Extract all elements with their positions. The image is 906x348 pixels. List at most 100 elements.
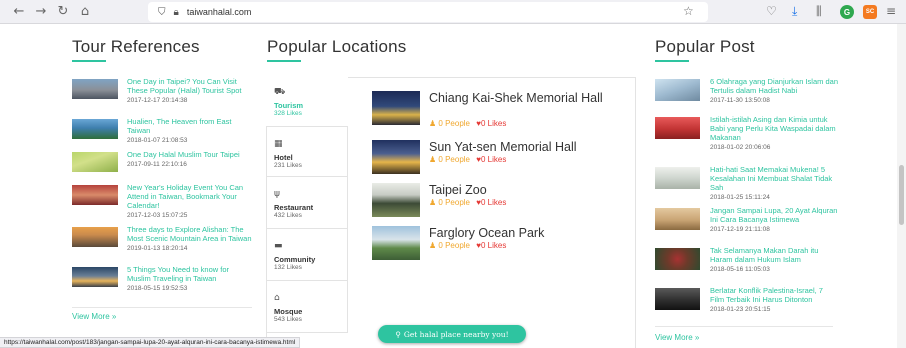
category-hotel[interactable]: ▦ Hotel 231 Likes: [266, 127, 348, 177]
scrollbar-thumb[interactable]: [899, 165, 904, 225]
tour-item-date: 2018-05-15 19:52:53: [127, 285, 188, 292]
tour-item-title[interactable]: Hualien, The Heaven from East Taiwan: [127, 117, 232, 135]
category-likes: 432 Likes: [274, 212, 302, 219]
map-marker-icon: ⚲: [395, 329, 401, 339]
back-arrow-icon[interactable]: ←: [8, 1, 30, 23]
home-icon[interactable]: ⌂: [74, 1, 96, 23]
place-meta: ♟ 0 People ♥0 Likes: [429, 155, 506, 164]
tour-item-date: 2019-01-13 18:20:14: [127, 245, 188, 252]
place-image[interactable]: [372, 183, 420, 217]
post-item-title[interactable]: 6 Olahraga yang Dianjurkan Islam dan Ter…: [710, 77, 838, 95]
menu-icon[interactable]: ≡: [886, 4, 896, 18]
place-name[interactable]: Sun Yat-sen Memorial Hall: [429, 140, 629, 154]
category-name: Hotel: [274, 153, 293, 162]
tour-thumbnail[interactable]: [72, 267, 118, 287]
place-name[interactable]: Farglory Ocean Park: [429, 226, 629, 240]
download-icon[interactable]: ⤓: [792, 4, 797, 19]
pocket-icon[interactable]: ♡: [766, 4, 777, 18]
place-likes: 0 Likes: [480, 241, 507, 250]
post-item-title[interactable]: Berlatar Konflik Palestina-Israel, 7 Fil…: [710, 286, 823, 304]
post-item-date: 2017-11-30 13:50:08: [710, 97, 770, 104]
tour-item-date: 2017-12-03 15:07:25: [127, 212, 188, 219]
post-item-title[interactable]: Jangan Sampai Lupa, 20 Ayat Alquran Ini …: [710, 206, 837, 224]
post-thumbnail[interactable]: [655, 117, 700, 139]
place-name[interactable]: Taipei Zoo: [429, 183, 629, 197]
category-mosque[interactable]: ⌂ Mosque 543 Likes: [266, 281, 348, 333]
category-restaurant[interactable]: ψ Restaurant 432 Likes: [266, 177, 348, 229]
utensils-icon: ψ: [274, 189, 280, 199]
tour-view-more-link[interactable]: View More »: [72, 312, 116, 321]
title-underline: [267, 60, 301, 62]
extension-icon[interactable]: SC: [863, 5, 877, 19]
category-list: ⛟ Tourism 328 Likes ▦ Hotel 231 Likes ψ …: [266, 77, 348, 348]
post-item-date: 2018-01-23 20:51:15: [710, 306, 771, 313]
category-tourism[interactable]: ⛟ Tourism 328 Likes: [266, 77, 348, 127]
post-item-title[interactable]: Hati-hati Saat Memakai Mukena! 5 Kesalah…: [710, 165, 832, 192]
address-bar[interactable]: ⛉ 🔒︎ taiwanhalal.com: [148, 2, 708, 22]
hotel-icon: ▦: [274, 139, 283, 149]
category-likes: 231 Likes: [274, 162, 302, 169]
profile-avatar[interactable]: G: [840, 5, 854, 19]
post-item-date: 2018-01-02 20:06:06: [710, 144, 771, 151]
tour-thumbnail[interactable]: [72, 152, 118, 172]
tour-item-title[interactable]: 5 Things You Need to know for Muslim Tra…: [127, 265, 229, 283]
place-likes: 0 Likes: [480, 119, 507, 128]
category-name: Community: [274, 255, 316, 264]
category-community[interactable]: ▬ Community 132 Likes: [266, 229, 348, 281]
tour-thumbnail[interactable]: [72, 119, 118, 139]
category-name: Tourism: [274, 101, 304, 110]
forward-arrow-icon[interactable]: →: [30, 1, 52, 23]
place-likes: 0 Likes: [480, 155, 507, 164]
posts-view-more-link[interactable]: View More »: [655, 333, 699, 342]
tour-item-date: 2017-09-11 22:10:16: [127, 161, 187, 168]
url-text: taiwanhalal.com: [186, 7, 252, 17]
place-people: 0 People: [438, 119, 470, 128]
place-people: 0 People: [438, 241, 470, 250]
place-people: 0 People: [438, 198, 470, 207]
tour-item-title[interactable]: One Day in Taipei? You Can Visit These P…: [127, 77, 242, 95]
people-icon: ♟: [429, 241, 437, 250]
post-thumbnail[interactable]: [655, 248, 700, 270]
post-thumbnail[interactable]: [655, 208, 700, 230]
browser-toolbar: ← → ↻ ⌂ ⛉ 🔒︎ taiwanhalal.com ☆ ♡ ⤓ ⫼ G S…: [0, 0, 906, 24]
tour-thumbnail[interactable]: [72, 185, 118, 205]
category-likes: 132 Likes: [274, 264, 302, 271]
place-meta: ♟ 0 People ♥0 Likes: [429, 198, 506, 207]
tour-thumbnail[interactable]: [72, 79, 118, 99]
reload-icon[interactable]: ↻: [52, 1, 74, 23]
post-item-date: 2018-05-16 11:05:03: [710, 266, 770, 273]
post-thumbnail[interactable]: [655, 167, 700, 189]
place-name[interactable]: Chiang Kai-Shek Memorial Hall: [429, 91, 629, 105]
tour-thumbnail[interactable]: [72, 227, 118, 247]
place-image[interactable]: [372, 91, 420, 125]
post-item-date: 2017-12-19 21:11:08: [710, 226, 770, 233]
people-icon: ♟: [429, 198, 437, 207]
post-item-date: 2018-01-25 15:11:24: [710, 194, 770, 201]
bookmark-star-icon[interactable]: ☆: [683, 4, 694, 18]
halal-nearby-button[interactable]: ⚲ Get halal place nearby you!: [378, 325, 526, 343]
category-name: Mosque: [274, 307, 303, 316]
tour-item-date: 2017-12-17 20:14:38: [127, 97, 188, 104]
library-icon[interactable]: ⫼: [816, 4, 822, 19]
status-bar-url: https://taiwanhalal.com/post/183/jangan-…: [0, 337, 301, 348]
tour-references-title: Tour References: [72, 37, 200, 56]
post-item-title[interactable]: Tak Selamanya Makan Darah itu Haram dala…: [710, 246, 818, 264]
post-thumbnail[interactable]: [655, 79, 700, 101]
place-meta: ♟ 0 People ♥0 Likes: [429, 119, 506, 128]
car-icon: ⛟: [274, 87, 286, 97]
category-likes: 543 Likes: [274, 316, 302, 323]
lock-icon[interactable]: 🔒︎: [174, 7, 179, 18]
post-thumbnail[interactable]: [655, 288, 700, 310]
halal-button-label: Get halal place nearby you!: [403, 329, 509, 339]
tour-item-title[interactable]: New Year's Holiday Event You Can Attend …: [127, 183, 243, 210]
people-icon: ♟: [429, 155, 437, 164]
tour-item-title[interactable]: Three days to Explore Alishan: The Most …: [127, 225, 252, 243]
place-image[interactable]: [372, 140, 420, 174]
popular-post-title: Popular Post: [655, 37, 755, 56]
tour-item-title[interactable]: One Day Halal Muslim Tour Taipei: [127, 150, 240, 159]
shield-icon[interactable]: ⛉: [158, 7, 166, 18]
mosque-icon: ⌂: [274, 293, 280, 303]
place-image[interactable]: [372, 226, 420, 260]
post-item-title[interactable]: Istilah-istilah Asing dan Kimia untuk Ba…: [710, 115, 836, 142]
place-meta: ♟ 0 People ♥0 Likes: [429, 241, 506, 250]
